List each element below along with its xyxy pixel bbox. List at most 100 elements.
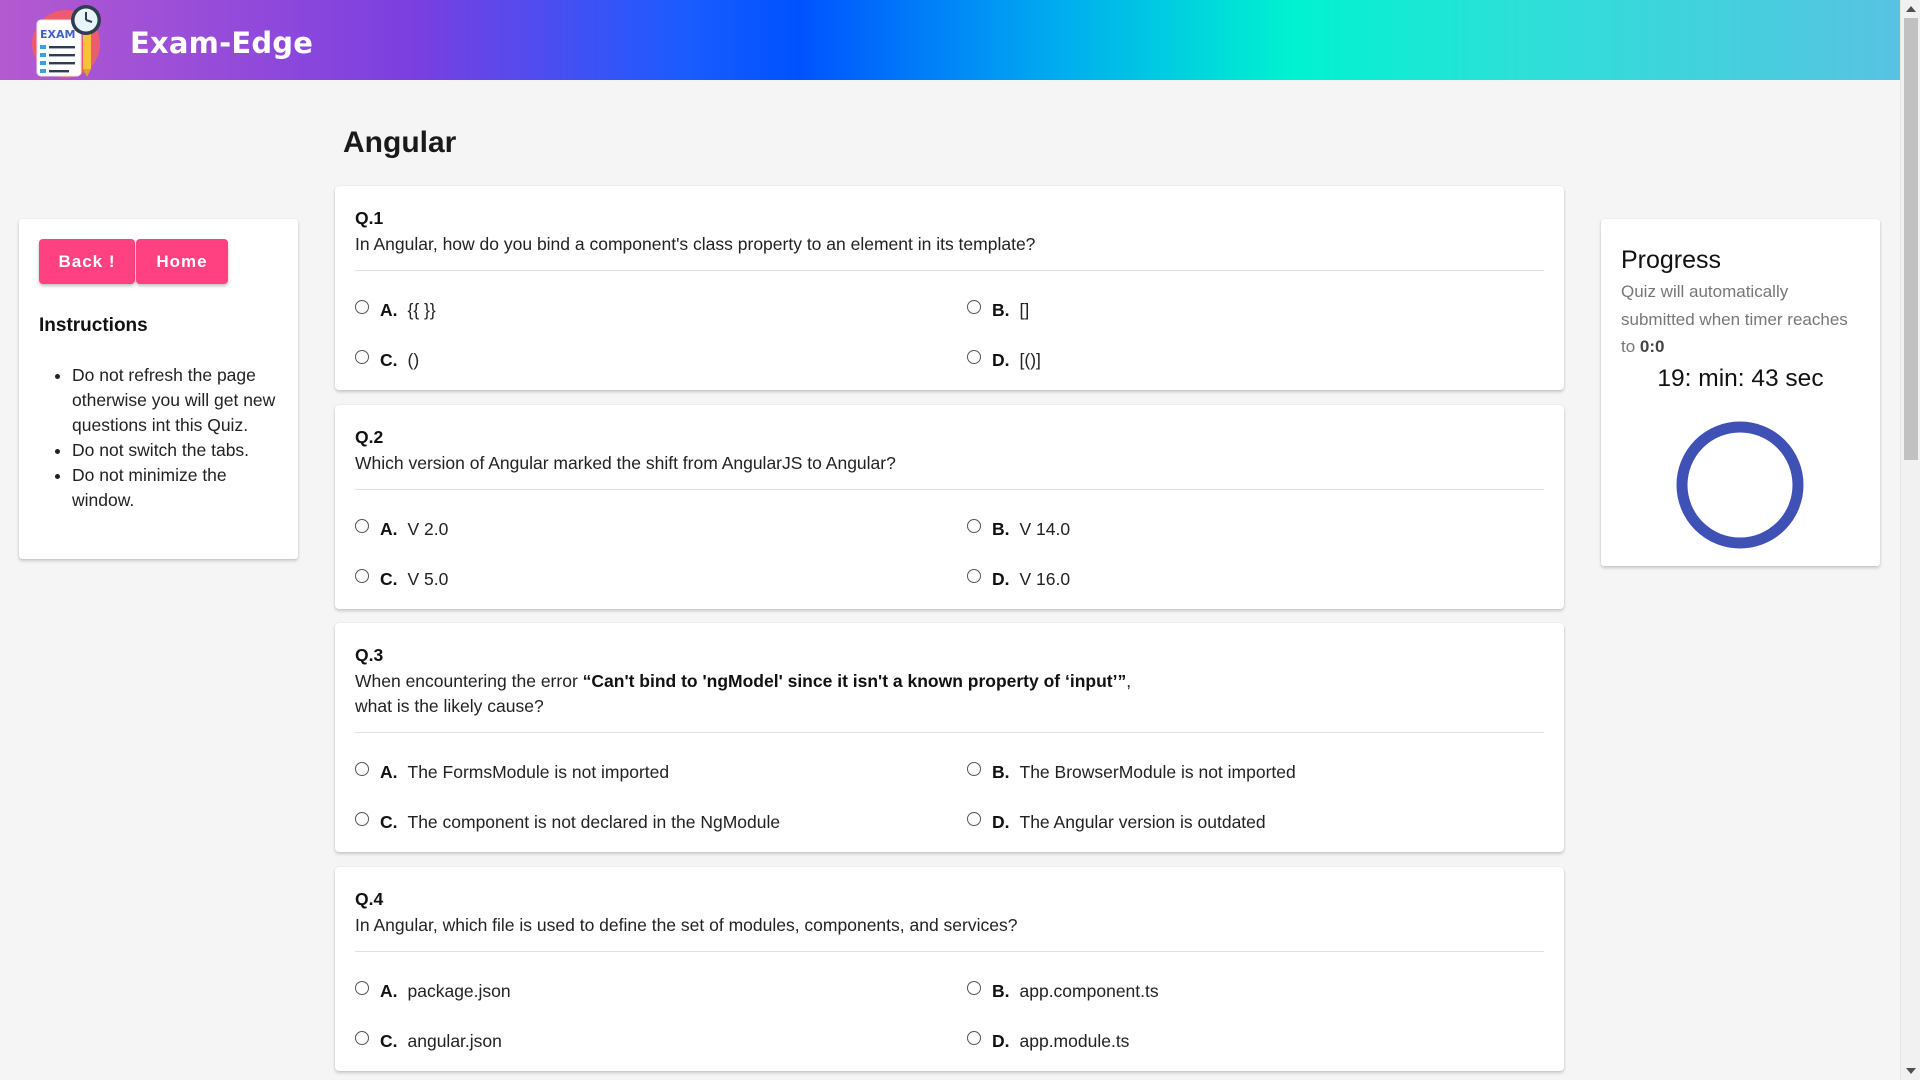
option-text: angular.json xyxy=(407,1030,502,1051)
option-text: [] xyxy=(1019,299,1030,320)
option-text: package.json xyxy=(407,980,511,1001)
instructions-list: Do not refresh the page otherwise you wi… xyxy=(72,363,282,513)
radio-button[interactable] xyxy=(355,981,369,995)
home-button[interactable]: Home xyxy=(136,239,228,284)
option-b[interactable]: B. V 14.0 xyxy=(967,517,1070,541)
option-b[interactable]: B. app.component.ts xyxy=(967,979,1159,1003)
option-b[interactable]: B. [] xyxy=(967,298,1029,322)
logo-text: EXAM xyxy=(40,28,75,41)
question-text: In Angular, which file is used to define… xyxy=(355,915,1018,935)
option-letter: A. xyxy=(380,299,398,320)
brand-name: Exam-Edge xyxy=(130,26,314,60)
question-text: When encountering the error “Can't bind … xyxy=(355,671,1132,716)
option-c[interactable]: C. () xyxy=(355,348,419,372)
option-c[interactable]: C. The component is not declared in the N… xyxy=(355,810,780,834)
radio-button[interactable] xyxy=(967,1031,981,1045)
option-a[interactable]: A. package.json xyxy=(355,979,511,1003)
option-letter: B. xyxy=(992,299,1010,320)
radio-button[interactable] xyxy=(355,812,369,826)
option-letter: C. xyxy=(380,1030,398,1051)
option-text: app.module.ts xyxy=(1019,1030,1130,1051)
radio-button[interactable] xyxy=(355,569,369,583)
scroll-down-arrow-icon[interactable] xyxy=(1906,1068,1916,1074)
option-letter: B. xyxy=(992,518,1010,539)
option-d[interactable]: D. The Angular version is outdated xyxy=(967,810,1266,834)
instruction-item: Do not switch the tabs. xyxy=(72,438,282,463)
page-title: Angular xyxy=(343,126,457,159)
option-letter: B. xyxy=(992,980,1010,1001)
radio-button[interactable] xyxy=(967,350,981,364)
radio-button[interactable] xyxy=(967,762,981,776)
radio-button[interactable] xyxy=(967,981,981,995)
option-b[interactable]: B. The BrowserModule is not imported xyxy=(967,760,1296,784)
question-card: Q.3 When encountering the error “Can't b… xyxy=(335,623,1564,852)
question-text: Which version of Angular marked the shif… xyxy=(355,453,896,473)
question-number: Q.2 xyxy=(355,427,384,447)
option-letter: B. xyxy=(992,761,1010,782)
option-letter: A. xyxy=(380,980,398,1001)
question-number: Q.4 xyxy=(355,889,384,909)
countdown-timer: 19: min: 43 sec xyxy=(1657,365,1824,392)
option-d[interactable]: D. [()] xyxy=(967,348,1041,372)
progress-ring-fill xyxy=(1676,421,1804,549)
option-text: The component is not declared in the NgM… xyxy=(407,811,781,832)
question-divider xyxy=(355,732,1544,733)
option-text: V 5.0 xyxy=(407,568,449,589)
question-card: Q.1 In Angular, how do you bind a compon… xyxy=(335,186,1564,390)
option-c[interactable]: C. V 5.0 xyxy=(355,567,448,591)
back-button[interactable]: Back ! xyxy=(39,239,135,284)
page-scrollbar[interactable] xyxy=(1900,0,1920,1080)
option-d[interactable]: D. app.module.ts xyxy=(967,1029,1129,1053)
scroll-thumb[interactable] xyxy=(1904,18,1918,460)
option-letter: C. xyxy=(380,568,398,589)
radio-button[interactable] xyxy=(355,350,369,364)
progress-description: Quiz will automatically submitted when t… xyxy=(1621,282,1848,356)
instructions-card: Back ! Home Instructions Do not refresh … xyxy=(19,219,298,559)
progress-deadline: 0:0 xyxy=(1639,337,1665,356)
question-number: Q.1 xyxy=(355,208,384,228)
option-letter: C. xyxy=(380,811,398,832)
question-divider xyxy=(355,489,1544,490)
option-text: [()] xyxy=(1019,349,1041,370)
option-text: The BrowserModule is not imported xyxy=(1019,761,1296,782)
option-text: V 14.0 xyxy=(1019,518,1071,539)
option-a[interactable]: A. V 2.0 xyxy=(355,517,448,541)
option-letter: A. xyxy=(380,761,398,782)
option-letter: D. xyxy=(992,349,1010,370)
radio-button[interactable] xyxy=(967,569,981,583)
option-d[interactable]: D. V 16.0 xyxy=(967,567,1070,591)
radio-button[interactable] xyxy=(967,300,981,314)
radio-button[interactable] xyxy=(355,1031,369,1045)
progress-card: Progress Quiz will automatically submitt… xyxy=(1601,219,1880,566)
scroll-up-arrow-icon[interactable] xyxy=(1906,6,1916,12)
option-text: The FormsModule is not imported xyxy=(407,761,670,782)
option-letter: A. xyxy=(380,518,398,539)
option-letter: D. xyxy=(992,568,1010,589)
question-text: In Angular, how do you bind a component'… xyxy=(355,234,1036,254)
question-divider xyxy=(355,270,1544,271)
radio-button[interactable] xyxy=(355,762,369,776)
option-text: The Angular version is outdated xyxy=(1019,811,1266,832)
exam-logo-icon[interactable]: EXAM xyxy=(30,3,106,79)
instruction-item: Do not minimize the window. xyxy=(72,463,282,513)
radio-button[interactable] xyxy=(967,519,981,533)
option-letter: D. xyxy=(992,1030,1010,1051)
question-divider xyxy=(355,951,1544,952)
option-c[interactable]: C. angular.json xyxy=(355,1029,502,1053)
option-a[interactable]: A. The FormsModule is not imported xyxy=(355,760,669,784)
option-text: {{ }} xyxy=(407,299,436,320)
radio-button[interactable] xyxy=(355,519,369,533)
app-header: EXAM Exam-Edge xyxy=(0,0,1900,80)
option-text: () xyxy=(407,349,420,370)
option-a[interactable]: A. {{ }} xyxy=(355,298,436,322)
progress-ring xyxy=(1676,421,1804,549)
question-card: Q.4 In Angular, which file is used to de… xyxy=(335,867,1564,1071)
radio-button[interactable] xyxy=(355,300,369,314)
option-text: V 2.0 xyxy=(407,518,449,539)
question-number: Q.3 xyxy=(355,645,384,665)
option-text: V 16.0 xyxy=(1019,568,1071,589)
instruction-item: Do not refresh the page otherwise you wi… xyxy=(72,363,282,438)
radio-button[interactable] xyxy=(967,812,981,826)
option-letter: C. xyxy=(380,349,398,370)
question-card: Q.2 Which version of Angular marked the … xyxy=(335,405,1564,609)
